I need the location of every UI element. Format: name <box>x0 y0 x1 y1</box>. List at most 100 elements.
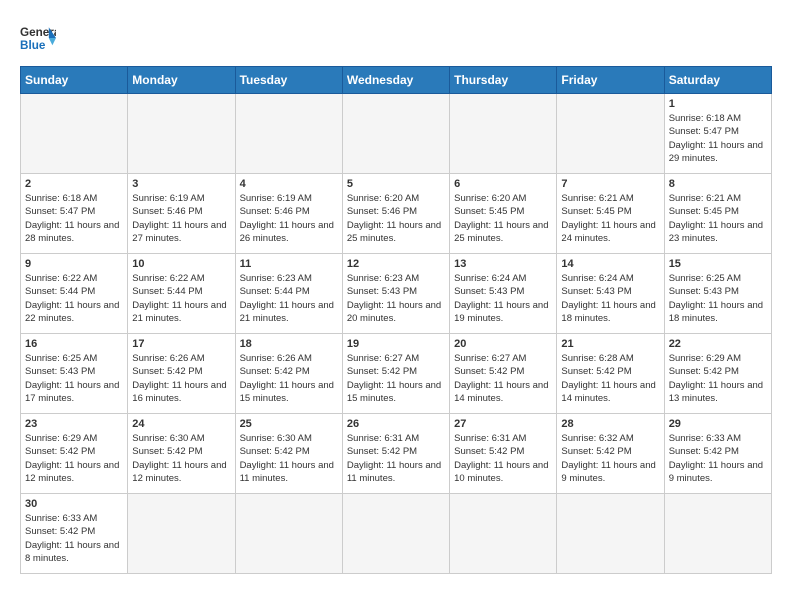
calendar-cell <box>557 94 664 174</box>
day-info: Sunrise: 6:31 AMSunset: 5:42 PMDaylight:… <box>454 432 552 485</box>
calendar-cell: 3Sunrise: 6:19 AMSunset: 5:46 PMDaylight… <box>128 174 235 254</box>
day-info: Sunrise: 6:20 AMSunset: 5:46 PMDaylight:… <box>347 192 445 245</box>
calendar-cell <box>342 494 449 574</box>
day-info: Sunrise: 6:21 AMSunset: 5:45 PMDaylight:… <box>561 192 659 245</box>
day-number: 7 <box>561 178 659 190</box>
calendar-cell: 14 Sunrise: 6:24 AMSunset: 5:43 PMDayligh… <box>557 254 664 334</box>
day-number: 17 <box>132 338 230 350</box>
logo-icon: General Blue <box>20 20 56 56</box>
calendar-cell: 19Sunrise: 6:27 AMSunset: 5:42 PMDayligh… <box>342 334 449 414</box>
day-number: 13 <box>454 258 552 270</box>
svg-text:Blue: Blue <box>20 39 46 52</box>
day-info: Sunrise: 6:31 AMSunset: 5:42 PMDaylight:… <box>347 432 445 485</box>
day-info: Sunrise: 6:23 AMSunset: 5:44 PMDaylight:… <box>240 272 338 325</box>
day-number: 11 <box>240 258 338 270</box>
day-number: 28 <box>561 418 659 430</box>
calendar-cell: 10 Sunrise: 6:22 AMSunset: 5:44 PMDayligh… <box>128 254 235 334</box>
day-number: 24 <box>132 418 230 430</box>
day-info: Sunrise: 6:28 AMSunset: 5:42 PMDaylight:… <box>561 352 659 405</box>
calendar-cell: 5 Sunrise: 6:20 AMSunset: 5:46 PMDaylight… <box>342 174 449 254</box>
day-number: 27 <box>454 418 552 430</box>
day-number: 16 <box>25 338 123 350</box>
day-number: 14 <box>561 258 659 270</box>
day-info: Sunrise: 6:27 AMSunset: 5:42 PMDaylight:… <box>347 352 445 405</box>
day-number: 9 <box>25 258 123 270</box>
day-info: Sunrise: 6:33 AMSunset: 5:42 PMDaylight:… <box>669 432 767 485</box>
day-info: Sunrise: 6:29 AMSunset: 5:42 PMDaylight:… <box>669 352 767 405</box>
calendar-week-4: 16 Sunrise: 6:25 AMSunset: 5:43 PMDayligh… <box>21 334 772 414</box>
day-info: Sunrise: 6:30 AMSunset: 5:42 PMDaylight:… <box>240 432 338 485</box>
day-number: 6 <box>454 178 552 190</box>
calendar-cell: 15Sunrise: 6:25 AMSunset: 5:43 PMDayligh… <box>664 254 771 334</box>
calendar-cell: 2 Sunrise: 6:18 AMSunset: 5:47 PMDaylight… <box>21 174 128 254</box>
calendar-cell: 11 Sunrise: 6:23 AMSunset: 5:44 PMDayligh… <box>235 254 342 334</box>
day-number: 8 <box>669 178 767 190</box>
calendar-cell <box>128 94 235 174</box>
calendar-cell <box>557 494 664 574</box>
day-number: 2 <box>25 178 123 190</box>
calendar-cell <box>235 494 342 574</box>
day-info: Sunrise: 6:26 AMSunset: 5:42 PMDaylight:… <box>240 352 338 405</box>
calendar-cell: 9 Sunrise: 6:22 AMSunset: 5:44 PMDaylight… <box>21 254 128 334</box>
calendar-cell: 23Sunrise: 6:29 AMSunset: 5:42 PMDayligh… <box>21 414 128 494</box>
calendar-table: SundayMondayTuesdayWednesdayThursdayFrid… <box>20 66 772 574</box>
day-info: Sunrise: 6:18 AMSunset: 5:47 PMDaylight:… <box>25 192 123 245</box>
day-number: 30 <box>25 498 123 510</box>
calendar-cell: 22 Sunrise: 6:29 AMSunset: 5:42 PMDayligh… <box>664 334 771 414</box>
day-number: 29 <box>669 418 767 430</box>
calendar-cell: 6Sunrise: 6:20 AMSunset: 5:45 PMDaylight… <box>450 174 557 254</box>
day-info: Sunrise: 6:29 AMSunset: 5:42 PMDaylight:… <box>25 432 123 485</box>
logo: General Blue <box>20 20 56 56</box>
day-header-monday: Monday <box>128 67 235 94</box>
calendar-cell: 4 Sunrise: 6:19 AMSunset: 5:46 PMDaylight… <box>235 174 342 254</box>
calendar-cell: 1Sunrise: 6:18 AMSunset: 5:47 PMDaylight… <box>664 94 771 174</box>
calendar-cell: 27 Sunrise: 6:31 AMSunset: 5:42 PMDayligh… <box>450 414 557 494</box>
day-number: 10 <box>132 258 230 270</box>
day-info: Sunrise: 6:25 AMSunset: 5:43 PMDaylight:… <box>25 352 123 405</box>
day-info: Sunrise: 6:24 AMSunset: 5:43 PMDaylight:… <box>561 272 659 325</box>
calendar-week-5: 23Sunrise: 6:29 AMSunset: 5:42 PMDayligh… <box>21 414 772 494</box>
day-info: Sunrise: 6:32 AMSunset: 5:42 PMDaylight:… <box>561 432 659 485</box>
day-header-friday: Friday <box>557 67 664 94</box>
day-info: Sunrise: 6:19 AMSunset: 5:46 PMDaylight:… <box>240 192 338 245</box>
calendar-cell: 25 Sunrise: 6:30 AMSunset: 5:42 PMDayligh… <box>235 414 342 494</box>
day-number: 3 <box>132 178 230 190</box>
calendar-cell: 30Sunrise: 6:33 AMSunset: 5:42 PMDayligh… <box>21 494 128 574</box>
page-header: General Blue <box>20 20 772 56</box>
day-info: Sunrise: 6:22 AMSunset: 5:44 PMDaylight:… <box>25 272 123 325</box>
day-number: 15 <box>669 258 767 270</box>
day-header-tuesday: Tuesday <box>235 67 342 94</box>
calendar-cell: 26 Sunrise: 6:31 AMSunset: 5:42 PMDayligh… <box>342 414 449 494</box>
calendar-cell <box>450 94 557 174</box>
calendar-week-6: 30Sunrise: 6:33 AMSunset: 5:42 PMDayligh… <box>21 494 772 574</box>
calendar-cell: 7 Sunrise: 6:21 AMSunset: 5:45 PMDaylight… <box>557 174 664 254</box>
calendar-cell: 17 Sunrise: 6:26 AMSunset: 5:42 PMDayligh… <box>128 334 235 414</box>
day-number: 4 <box>240 178 338 190</box>
day-number: 5 <box>347 178 445 190</box>
calendar-week-2: 2 Sunrise: 6:18 AMSunset: 5:47 PMDaylight… <box>21 174 772 254</box>
calendar-cell: 28 Sunrise: 6:32 AMSunset: 5:42 PMDayligh… <box>557 414 664 494</box>
calendar-cell <box>128 494 235 574</box>
calendar-week-3: 9 Sunrise: 6:22 AMSunset: 5:44 PMDaylight… <box>21 254 772 334</box>
calendar-cell <box>450 494 557 574</box>
day-info: Sunrise: 6:24 AMSunset: 5:43 PMDaylight:… <box>454 272 552 325</box>
day-number: 12 <box>347 258 445 270</box>
day-info: Sunrise: 6:22 AMSunset: 5:44 PMDaylight:… <box>132 272 230 325</box>
day-header-sunday: Sunday <box>21 67 128 94</box>
day-number: 26 <box>347 418 445 430</box>
day-info: Sunrise: 6:23 AMSunset: 5:43 PMDaylight:… <box>347 272 445 325</box>
day-number: 18 <box>240 338 338 350</box>
day-info: Sunrise: 6:30 AMSunset: 5:42 PMDaylight:… <box>132 432 230 485</box>
calendar-cell <box>235 94 342 174</box>
calendar-cell: 12 Sunrise: 6:23 AMSunset: 5:43 PMDayligh… <box>342 254 449 334</box>
calendar-cell: 13 Sunrise: 6:24 AMSunset: 5:43 PMDayligh… <box>450 254 557 334</box>
day-number: 25 <box>240 418 338 430</box>
day-number: 21 <box>561 338 659 350</box>
day-info: Sunrise: 6:26 AMSunset: 5:42 PMDaylight:… <box>132 352 230 405</box>
day-number: 22 <box>669 338 767 350</box>
calendar-cell <box>664 494 771 574</box>
calendar-cell: 21 Sunrise: 6:28 AMSunset: 5:42 PMDayligh… <box>557 334 664 414</box>
day-header-wednesday: Wednesday <box>342 67 449 94</box>
calendar-cell <box>342 94 449 174</box>
day-info: Sunrise: 6:21 AMSunset: 5:45 PMDaylight:… <box>669 192 767 245</box>
